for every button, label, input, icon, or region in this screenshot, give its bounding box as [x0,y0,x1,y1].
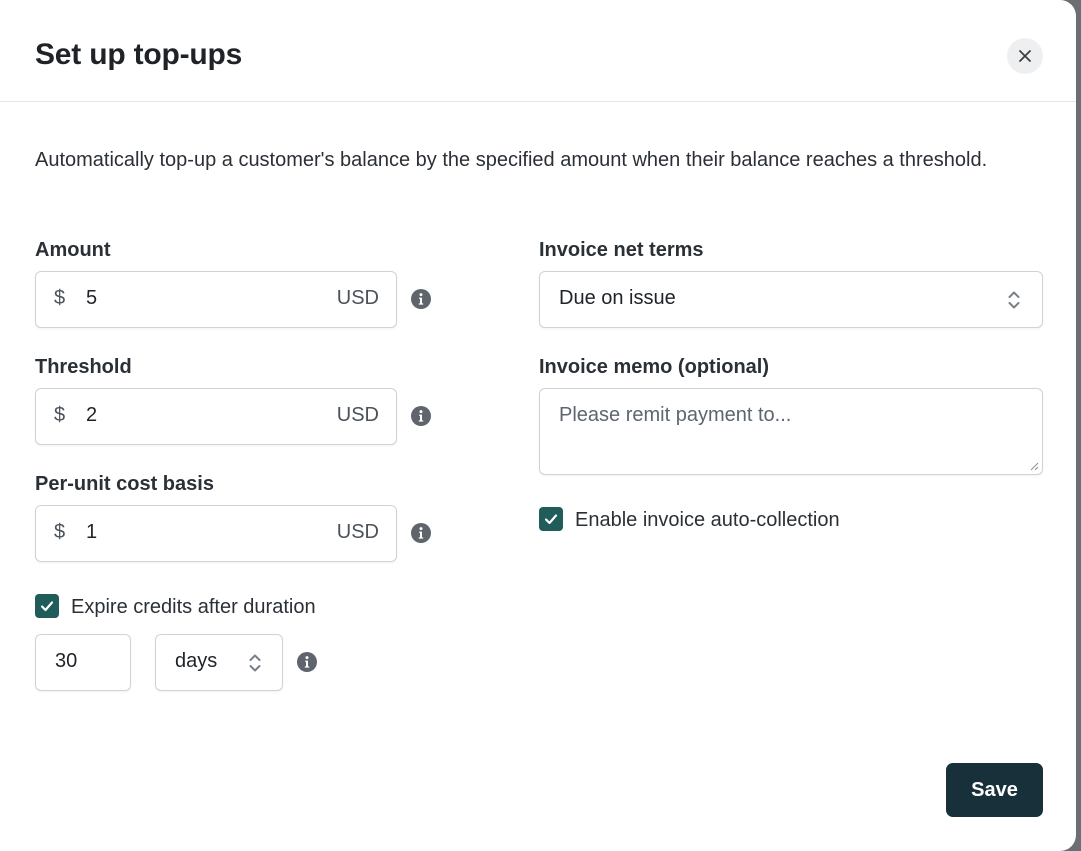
net-terms-value: Due on issue [559,287,676,309]
threshold-value: 2 [86,404,98,426]
auto-collection-label: Enable invoice auto-collection [575,509,840,531]
amount-input[interactable]: $ 5 USD [35,271,397,328]
expire-credits-label: Expire credits after duration [71,596,316,618]
info-icon[interactable] [411,289,431,309]
chevron-updown-icon [249,654,261,672]
currency-symbol: $ [54,287,66,309]
check-icon [544,514,558,525]
memo-label: Invoice memo (optional) [539,356,770,378]
save-button[interactable]: Save [946,763,1043,817]
check-icon [40,601,54,612]
chevron-updown-icon [1008,291,1020,309]
dialog-header: Set up top-ups [0,0,1076,102]
cost-basis-input[interactable]: $ 1 USD [35,505,397,562]
duration-unit-select[interactable]: days [155,634,283,691]
info-icon[interactable] [411,523,431,543]
info-icon[interactable] [297,652,317,672]
dialog-description: Automatically top-up a customer's balanc… [35,149,988,171]
threshold-label: Threshold [35,356,132,378]
info-icon[interactable] [411,406,431,426]
auto-collection-checkbox[interactable] [539,507,563,531]
top-up-dialog: Set up top-ups Automatically top-up a cu… [0,0,1076,851]
currency-unit: USD [336,404,379,426]
currency-unit: USD [336,521,379,543]
duration-input[interactable]: 30 [35,634,131,691]
duration-unit-value: days [175,650,218,672]
memo-textarea[interactable]: Please remit payment to... [539,388,1043,475]
memo-placeholder: Please remit payment to... [559,404,792,426]
close-icon [1019,50,1031,62]
net-terms-select[interactable]: Due on issue [539,271,1043,328]
currency-unit: USD [336,287,379,309]
cost-basis-label: Per-unit cost basis [35,473,214,495]
close-button[interactable] [1007,38,1043,74]
expire-credits-checkbox[interactable] [35,594,59,618]
currency-symbol: $ [54,521,66,543]
amount-label: Amount [35,239,111,261]
duration-value: 30 [55,650,78,672]
threshold-input[interactable]: $ 2 USD [35,388,397,445]
currency-symbol: $ [54,404,66,426]
dialog-title: Set up top-ups [35,38,243,71]
cost-basis-value: 1 [86,521,98,543]
net-terms-label: Invoice net terms [539,239,704,261]
amount-value: 5 [86,287,98,309]
resize-handle-icon[interactable] [1029,461,1039,471]
